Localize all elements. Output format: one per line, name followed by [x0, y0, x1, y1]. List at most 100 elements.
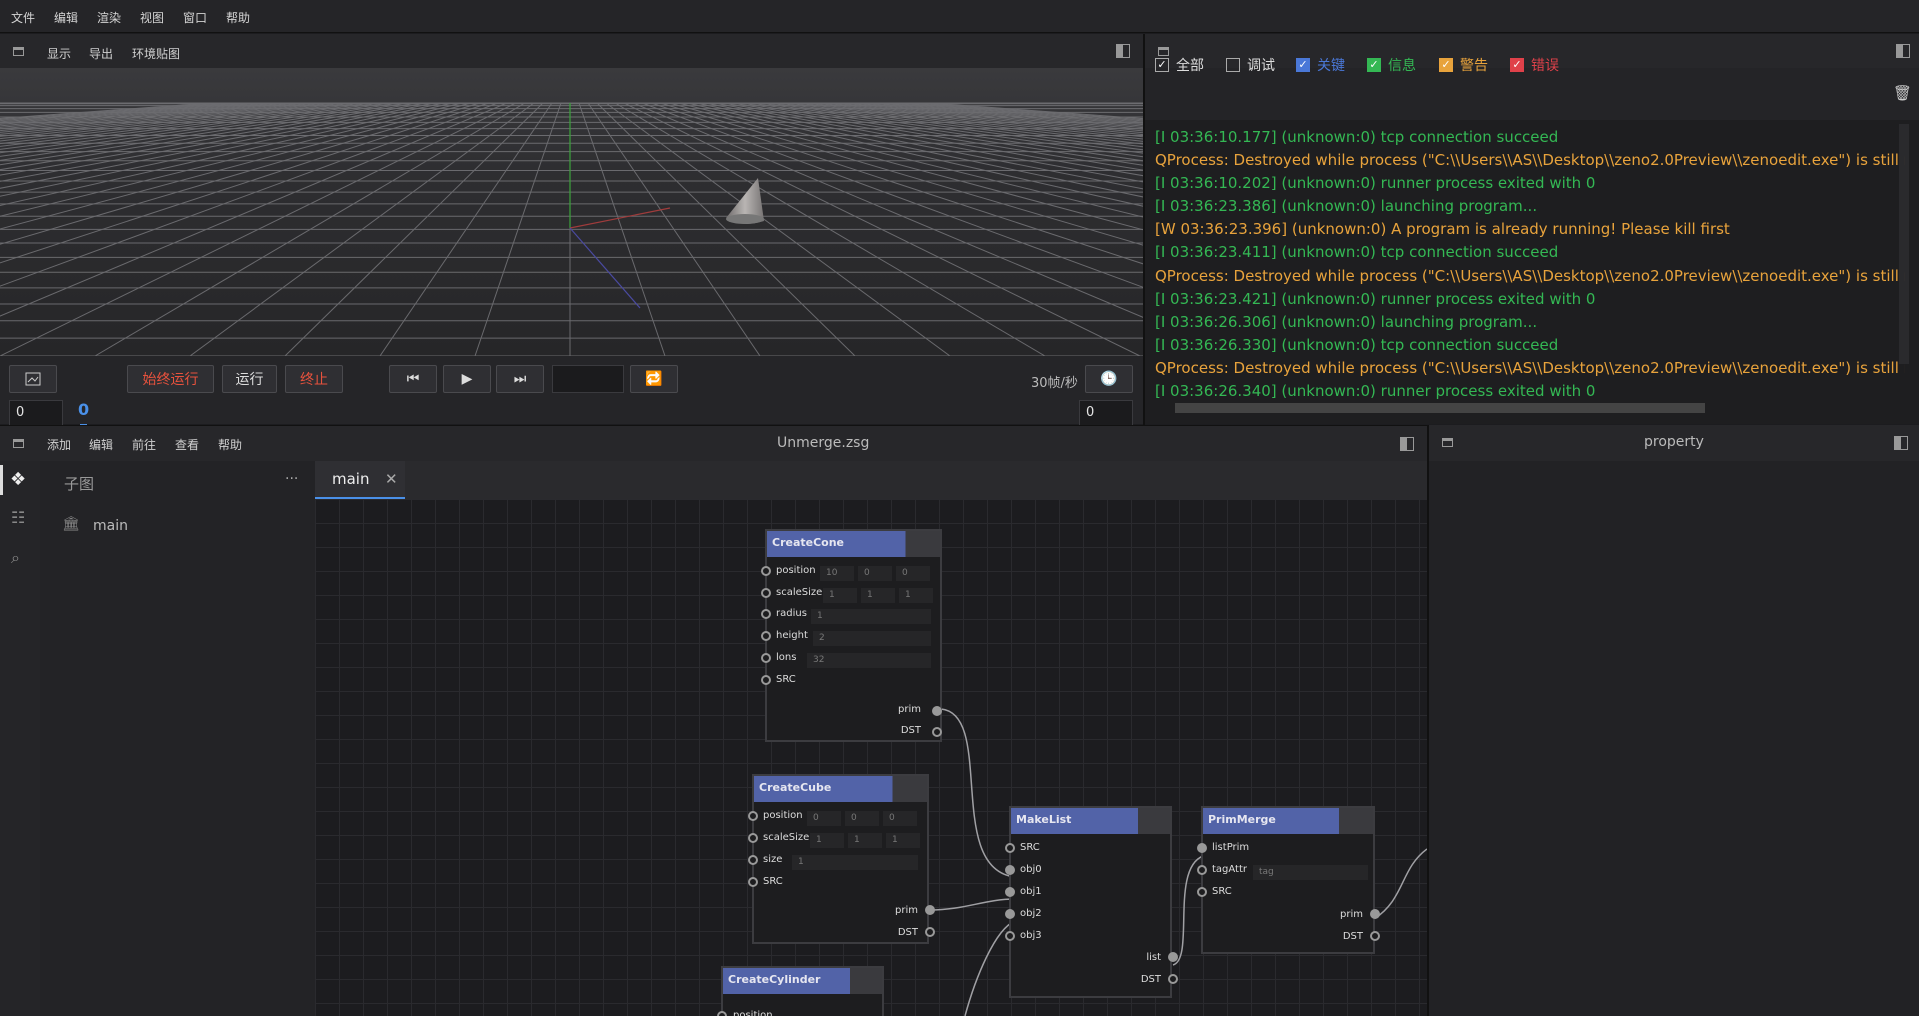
search-icon[interactable]: ⌕ — [11, 548, 20, 568]
param-field[interactable]: 10 — [820, 566, 854, 581]
prev-frame-button[interactable]: ⏮ — [389, 365, 437, 393]
node-socket[interactable] — [925, 927, 935, 937]
node-socket[interactable] — [717, 1011, 727, 1016]
node-socket[interactable] — [1005, 909, 1015, 919]
filter-5[interactable]: ✓ 错误 — [1510, 55, 1559, 75]
checkbox[interactable]: ✓ — [1367, 58, 1381, 72]
param-field[interactable]: 2 — [813, 631, 931, 646]
node-socket[interactable] — [761, 653, 771, 663]
dock-icon[interactable] — [13, 47, 24, 56]
filter-2[interactable]: ✓ 关键 — [1296, 55, 1345, 75]
param-field[interactable]: 0 — [845, 811, 879, 826]
menu-help[interactable]: 帮助 — [226, 9, 250, 26]
node-socket[interactable] — [1197, 887, 1207, 897]
param-field[interactable]: tag — [1253, 865, 1368, 880]
frame-end-input[interactable]: 0 — [1079, 400, 1133, 426]
node-socket[interactable] — [1197, 843, 1207, 853]
param-field[interactable]: 1 — [792, 855, 918, 870]
close-icon[interactable]: ✕ — [385, 470, 398, 488]
split-panel-icon[interactable] — [1894, 436, 1908, 450]
node-socket[interactable] — [1197, 865, 1207, 875]
more-icon[interactable]: ··· — [285, 471, 298, 487]
trash-icon[interactable]: 🗑 — [1893, 84, 1912, 102]
frame-input[interactable] — [552, 365, 624, 393]
always-run-button[interactable]: 始终运行 — [127, 365, 214, 393]
split-panel-icon[interactable] — [1400, 437, 1414, 451]
node-create-cylinder[interactable]: CreateCylinder — [721, 966, 884, 1016]
node-socket[interactable] — [748, 855, 758, 865]
node-makelist[interactable]: MakeList — [1009, 806, 1172, 998]
node-socket[interactable] — [1370, 909, 1380, 919]
clock-button[interactable]: 🕒 — [1085, 365, 1133, 393]
node-socket[interactable] — [1005, 865, 1015, 875]
param-field[interactable]: 1 — [899, 588, 933, 603]
split-panel-icon[interactable] — [1116, 44, 1130, 58]
editor-menu-goto[interactable]: 前往 — [132, 436, 156, 453]
menu-window[interactable]: 窗口 — [183, 9, 207, 26]
node-socket[interactable] — [1005, 931, 1015, 941]
param-field[interactable]: 0 — [858, 566, 892, 581]
filter-0[interactable]: ✓ 全部 — [1155, 55, 1204, 75]
run-button[interactable]: 运行 — [222, 365, 277, 393]
node-socket[interactable] — [1005, 843, 1015, 853]
param-field[interactable]: 1 — [886, 833, 920, 848]
tree-icon[interactable]: ☷ — [11, 508, 25, 527]
node-socket[interactable] — [1005, 887, 1015, 897]
editor-menu-edit[interactable]: 编辑 — [89, 436, 113, 453]
menu-edit[interactable]: 编辑 — [54, 9, 78, 26]
node-socket[interactable] — [1370, 931, 1380, 941]
editor-menu-view[interactable]: 查看 — [175, 436, 199, 453]
stop-button[interactable]: 终止 — [285, 365, 343, 393]
param-field[interactable]: 1 — [848, 833, 882, 848]
viewport-menu-envmap[interactable]: 环境贴图 — [132, 45, 180, 62]
dock-icon[interactable] — [1442, 438, 1453, 447]
menu-file[interactable]: 文件 — [11, 9, 35, 26]
checkbox[interactable]: ✓ — [1296, 58, 1310, 72]
param-field[interactable]: 0 — [883, 811, 917, 826]
split-panel-icon[interactable] — [1896, 44, 1910, 58]
3d-scene[interactable] — [0, 68, 1143, 356]
node-socket[interactable] — [761, 588, 771, 598]
param-field[interactable]: 32 — [807, 653, 931, 668]
frame-start-input[interactable]: 0 — [9, 400, 63, 426]
menu-render[interactable]: 渲染 — [97, 9, 121, 26]
param-field[interactable]: 1 — [811, 609, 931, 624]
tab-main[interactable]: main ✕ — [315, 461, 405, 499]
checkbox[interactable]: ✓ — [1439, 58, 1453, 72]
checkbox[interactable] — [1226, 58, 1240, 72]
filter-4[interactable]: ✓ 警告 — [1439, 55, 1488, 75]
node-socket[interactable] — [761, 566, 771, 576]
node-socket[interactable] — [761, 631, 771, 641]
node-socket[interactable] — [932, 706, 942, 716]
node-graph-canvas[interactable]: CreateCone CreateCube CreateCylinder Mak… — [315, 499, 1427, 1016]
node-socket[interactable] — [1168, 952, 1178, 962]
param-field[interactable]: 1 — [861, 588, 895, 603]
checkbox[interactable]: ✓ — [1155, 58, 1169, 72]
node-socket[interactable] — [1168, 974, 1178, 984]
screenshot-button[interactable] — [9, 365, 57, 393]
node-socket[interactable] — [748, 833, 758, 843]
filter-3[interactable]: ✓ 信息 — [1367, 55, 1416, 75]
next-frame-button[interactable]: ⏭ — [496, 365, 544, 393]
nodes-icon[interactable]: ❖ — [10, 469, 26, 490]
node-socket[interactable] — [748, 811, 758, 821]
param-field[interactable]: 0 — [896, 566, 930, 581]
log-hscroll-thumb[interactable] — [1175, 403, 1705, 413]
dock-icon[interactable] — [13, 439, 24, 448]
filter-1[interactable]: 调试 — [1226, 55, 1275, 75]
param-field[interactable]: 1 — [823, 588, 857, 603]
menu-view[interactable]: 视图 — [140, 9, 164, 26]
editor-menu-help[interactable]: 帮助 — [218, 436, 242, 453]
node-socket[interactable] — [748, 877, 758, 887]
viewport-menu-display[interactable]: 显示 — [47, 45, 71, 62]
subgraph-item-main[interactable]: 🏛 main — [50, 514, 300, 538]
param-field[interactable]: 0 — [807, 811, 841, 826]
node-socket[interactable] — [761, 609, 771, 619]
loop-button[interactable]: 🔁 — [630, 365, 678, 393]
node-socket[interactable] — [925, 905, 935, 915]
viewport-menu-export[interactable]: 导出 — [89, 45, 113, 62]
checkbox[interactable]: ✓ — [1510, 58, 1524, 72]
param-field[interactable]: 1 — [810, 833, 844, 848]
node-socket[interactable] — [761, 675, 771, 685]
play-button[interactable]: ▶ — [443, 365, 491, 393]
